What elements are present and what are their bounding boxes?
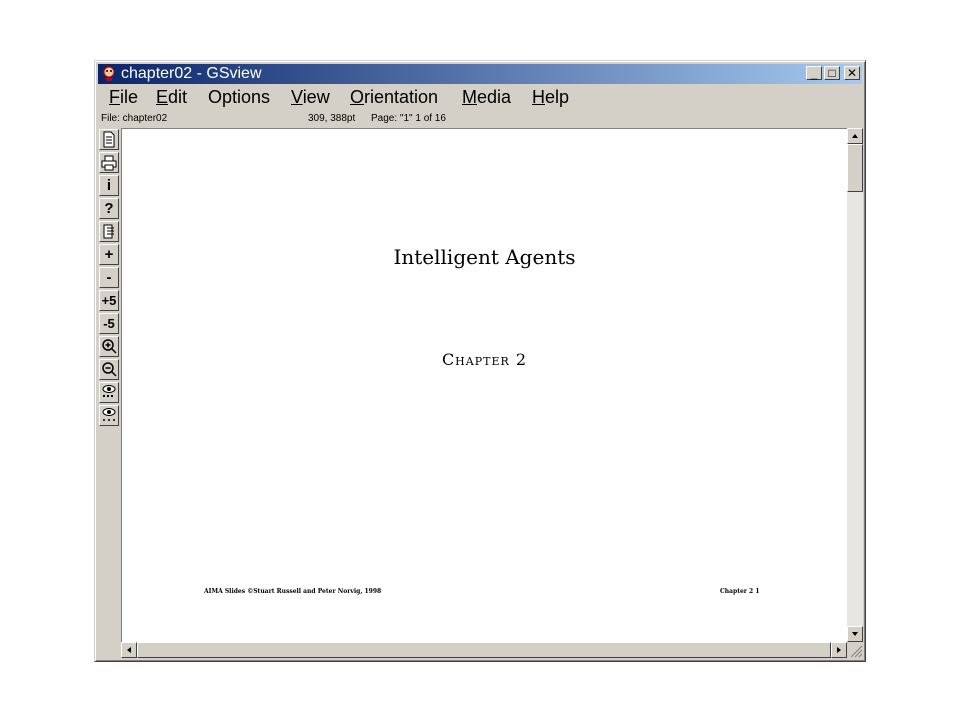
scroll-up-button[interactable] [847, 128, 863, 144]
status-line: File: chapter02 309, 388pt Page: "1" 1 o… [98, 111, 862, 126]
window-title: chapter02 - GSview [121, 65, 262, 82]
scroll-left-button[interactable] [121, 642, 137, 658]
goto-page-button[interactable] [99, 221, 119, 242]
previous-page-button[interactable]: - [99, 267, 119, 288]
menu-media[interactable]: Media [462, 85, 511, 109]
menu-orientation[interactable]: Orientation [350, 85, 438, 109]
arrow-down-icon [852, 632, 858, 636]
info-button[interactable]: i [99, 175, 119, 196]
zoom-in-button[interactable] [99, 336, 119, 357]
arrow-up-icon [852, 134, 858, 138]
help-button[interactable]: ? [99, 198, 119, 219]
status-file: File: chapter02 [101, 113, 168, 124]
eye-dots-icon [102, 408, 116, 421]
menu-file[interactable]: File [109, 85, 138, 109]
skip-back-5-button[interactable]: -5 [99, 313, 119, 334]
view-more-button[interactable] [99, 405, 119, 426]
next-page-button[interactable]: + [99, 244, 119, 265]
vertical-scroll-thumb[interactable] [847, 144, 863, 192]
minimize-button[interactable]: _ [806, 66, 822, 80]
scroll-down-button[interactable] [847, 626, 863, 642]
horizontal-scrollbar[interactable] [121, 642, 847, 658]
view-text-button[interactable] [99, 382, 119, 403]
menu-help[interactable]: Help [532, 85, 569, 109]
vertical-scrollbar[interactable] [847, 128, 863, 642]
document-footer-left: AIMA Slides ©Stuart Russell and Peter No… [204, 588, 382, 595]
printer-icon [101, 155, 117, 171]
eye-text-icon [102, 385, 116, 397]
arrow-left-icon [127, 647, 131, 653]
menu-edit[interactable]: Edit [156, 85, 187, 109]
document-icon [103, 131, 115, 148]
document-title: Intelligent Agents [393, 245, 576, 269]
print-button[interactable] [99, 152, 119, 173]
close-button[interactable]: ✕ [844, 66, 860, 80]
zoom-out-icon [102, 362, 117, 377]
left-toolbar: i ? + - +5 -5 [98, 129, 120, 659]
document-view[interactable]: Intelligent Agents Chapter 2 AIMA Slides… [121, 128, 847, 642]
open-file-button[interactable] [99, 129, 119, 150]
document-footer-right: Chapter 2 1 [720, 588, 760, 595]
status-page: Page: "1" 1 of 16 [371, 113, 446, 124]
maximize-button[interactable]: □ [824, 66, 840, 80]
resize-grip-icon [850, 645, 863, 658]
menu-bar: File Edit Options View Orientation Media… [98, 85, 862, 109]
skip-forward-5-button[interactable]: +5 [99, 290, 119, 311]
document-chapter: Chapter 2 [441, 350, 528, 369]
menu-options[interactable]: Options [208, 85, 270, 109]
gsview-app-icon [103, 66, 115, 81]
zoom-in-icon [102, 339, 117, 354]
zoom-out-button[interactable] [99, 359, 119, 380]
arrow-right-icon [837, 647, 841, 653]
menu-view[interactable]: View [291, 85, 330, 109]
resize-grip[interactable] [847, 642, 863, 658]
horizontal-scroll-thumb[interactable] [137, 642, 831, 658]
title-bar[interactable]: chapter02 - GSview _ □ ✕ [98, 64, 862, 84]
status-coords: 309, 388pt [308, 113, 356, 124]
pointing-hand-icon [103, 224, 114, 239]
scroll-right-button[interactable] [831, 642, 847, 658]
gsview-window: chapter02 - GSview _ □ ✕ File Edit Optio… [94, 60, 866, 662]
